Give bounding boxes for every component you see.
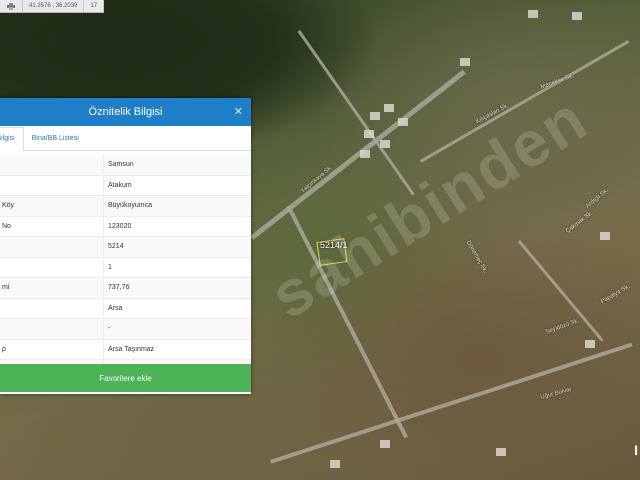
tab-building-list[interactable]: Bina/BB Listesi (24, 128, 87, 150)
building (370, 112, 380, 120)
panel-title: Öznitelik Bilgisi (88, 106, 163, 118)
table-row: mi 737,76 (0, 278, 251, 299)
building (572, 12, 582, 20)
table-row: 5214 (0, 237, 251, 258)
road (270, 342, 633, 464)
row-key: Köy (0, 196, 104, 216)
close-icon[interactable]: ✕ (234, 105, 243, 118)
building (585, 340, 595, 348)
street-label: Çakmak Sk. (565, 210, 595, 235)
row-key (0, 237, 104, 257)
row-key (0, 175, 104, 195)
building (496, 448, 506, 456)
table-row: Samsun (0, 155, 251, 176)
table-row: - (0, 319, 251, 340)
row-value: Arsa Taşınmaz (108, 345, 155, 353)
panel-tabs: k Bilgisi Bina/BB Listesi (0, 126, 251, 151)
building (460, 58, 470, 66)
building (330, 460, 340, 468)
table-row: Köy Büyükoyumca (0, 196, 251, 217)
coordinate-toolbar: 41.3576 , 36.2039 17 (0, 0, 105, 13)
row-key (0, 319, 104, 339)
add-favorite-button[interactable]: Favorilere ekle (0, 364, 251, 392)
table-row: p Arsa Taşınmaz (0, 339, 251, 360)
row-value: 5214 (108, 243, 124, 250)
table-row: No 123020 (0, 216, 251, 237)
row-key (0, 298, 104, 318)
street-label: Ardıçlı Sk. (585, 187, 610, 210)
row-key (0, 155, 104, 175)
zoom-level: 17 (84, 0, 105, 12)
building (380, 440, 390, 448)
street-label: Dönemeç Sk. (464, 240, 489, 275)
attribute-table: Samsun Atakum Köy Büyükoyumca No 123020 52… (0, 155, 251, 381)
coordinate-readout: 41.3576 , 36.2039 (23, 0, 85, 12)
row-value: Atakum (108, 181, 132, 189)
road (297, 30, 415, 196)
watermark: sahibinden (258, 81, 600, 333)
building (398, 118, 408, 126)
row-value: 1 (108, 263, 112, 271)
row-key (0, 257, 104, 277)
corner-glyph: I (634, 442, 638, 458)
row-value: Arsa (108, 304, 123, 312)
row-key: mi (0, 278, 104, 298)
panel-header: Öznitelik Bilgisi ✕ (0, 98, 251, 126)
row-key: p (0, 339, 104, 359)
tab-parcel-info[interactable]: k Bilgisi (0, 127, 24, 151)
building (600, 232, 610, 240)
table-row: Atakum (0, 175, 251, 196)
street-label: Uğur Bulvar (540, 386, 573, 401)
row-value: 737,76 (108, 284, 130, 291)
row-value: Samsun (108, 161, 134, 168)
row-value: Büyükoyumca (108, 202, 152, 209)
street-label: Seyidözü Sk. (545, 318, 580, 336)
row-value: 123020 (108, 222, 132, 230)
building (364, 130, 374, 138)
building (384, 104, 394, 112)
row-value: - (108, 325, 111, 332)
printer-icon[interactable] (0, 0, 23, 12)
street-label: Papatya Sk. (600, 283, 632, 306)
building (528, 10, 538, 18)
attribute-panel: Öznitelik Bilgisi ✕ k Bilgisi Bina/BB Li… (0, 98, 251, 394)
row-key: No (0, 216, 104, 236)
building (380, 140, 390, 148)
table-row: 1 (0, 257, 251, 278)
building (360, 150, 370, 158)
table-row: Arsa (0, 298, 251, 319)
